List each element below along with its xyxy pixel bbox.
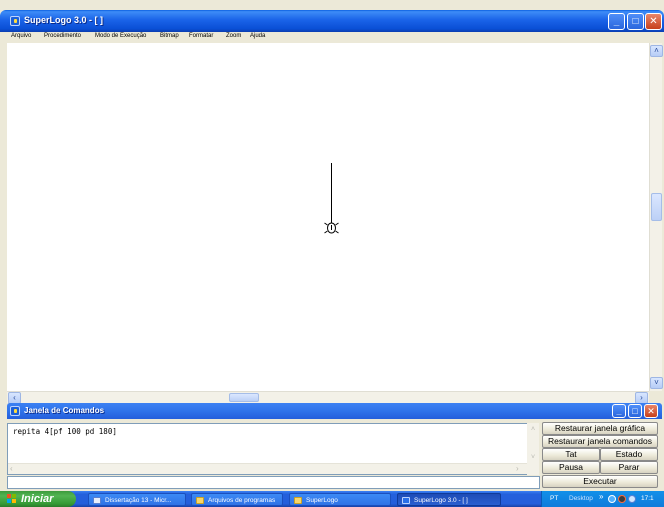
taskbar: Iniciar Dissertação 13 - Micr... Arquivo… [0, 491, 664, 507]
command-maximize-button[interactable]: □ [628, 404, 642, 418]
close-button[interactable]: ✕ [645, 13, 662, 30]
scroll-left-icon[interactable]: ‹ [10, 464, 13, 473]
language-indicator[interactable]: PT [550, 491, 558, 507]
menu-zoom[interactable]: Zoom [226, 33, 241, 39]
canvas-drawing [324, 163, 339, 234]
command-close-button[interactable]: ✕ [644, 404, 658, 418]
scrollbar-corner [649, 391, 662, 403]
pausa-button[interactable]: Pausa [542, 461, 600, 474]
command-input[interactable] [7, 476, 540, 489]
canvas-horizontal-thumb[interactable] [229, 393, 259, 402]
scroll-right-icon[interactable]: › [516, 464, 519, 473]
canvas-vertical-thumb[interactable] [651, 193, 662, 221]
menu-procedimento[interactable]: Procedimento [44, 33, 81, 39]
command-window-title: Janela de Comandos [24, 406, 105, 415]
volume-icon[interactable] [628, 495, 636, 503]
command-window-titlebar[interactable]: Janela de Comandos _ □ ✕ [7, 403, 662, 419]
menu-ajuda[interactable]: Ajuda [250, 33, 265, 39]
scroll-down-button[interactable]: ˅ [650, 377, 663, 389]
menu-bitmap[interactable]: Bitmap [160, 33, 179, 39]
task-superlogo-window[interactable]: SuperLogo 3.0 - [ ] [397, 493, 501, 506]
task-arquivos-de-programas[interactable]: Arquivos de programas [191, 493, 283, 506]
task-dissertacao[interactable]: Dissertação 13 - Micr... [88, 493, 186, 506]
folder-icon [294, 497, 302, 504]
command-history-text: repita 4[pf 100 pd 180] [13, 427, 117, 436]
scroll-down-icon[interactable]: ˅ [528, 454, 538, 463]
folder-icon [196, 497, 204, 504]
start-button[interactable]: Iniciar [0, 491, 76, 507]
task-label: Dissertação 13 - Micr... [105, 497, 172, 504]
task-superlogo-folder[interactable]: SuperLogo [289, 493, 391, 506]
menu-bar: Arquivo Procedimento Modo de Execução Bi… [7, 32, 662, 43]
window-title: SuperLogo 3.0 - [ ] [24, 15, 104, 25]
restore-graphic-window-button[interactable]: Restaurar janela gráfica [542, 422, 658, 435]
estado-button[interactable]: Estado [600, 448, 658, 461]
task-label: SuperLogo 3.0 - [ ] [414, 497, 468, 504]
main-titlebar[interactable]: SuperLogo 3.0 - [ ] _ □ ✕ [0, 10, 664, 32]
canvas-vertical-scrollbar[interactable]: ˄ ˅ [649, 43, 663, 391]
superlogo-app-icon [10, 16, 20, 26]
graphics-canvas[interactable] [7, 43, 662, 391]
restore-commands-window-button[interactable]: Restaurar janela comandos [542, 435, 658, 448]
superlogo-app-icon [402, 497, 410, 504]
command-window-icon [10, 406, 20, 416]
system-tray: PT Desktop » 17:1 [541, 491, 664, 507]
desktop-toolbar-label[interactable]: Desktop [569, 491, 593, 507]
antivirus-icon[interactable] [618, 495, 626, 503]
windows-logo-icon [7, 494, 17, 504]
maximize-button[interactable]: □ [627, 13, 644, 30]
menu-modo-de-execucao[interactable]: Modo de Execução [95, 33, 146, 39]
clock: 17:1 [641, 495, 654, 502]
canvas-horizontal-scrollbar[interactable]: ‹ › [7, 391, 649, 404]
network-icon[interactable] [608, 495, 616, 503]
start-label: Iniciar [21, 493, 54, 505]
command-minimize-button[interactable]: _ [612, 404, 626, 418]
minimize-button[interactable]: _ [608, 13, 625, 30]
task-label: Arquivos de programas [208, 497, 276, 504]
tat-button[interactable]: Tat [542, 448, 600, 461]
executar-button[interactable]: Executar [542, 475, 658, 488]
command-history-vertical-scrollbar[interactable]: ˄ ˅ [527, 423, 539, 475]
scroll-up-icon[interactable]: ˄ [528, 426, 538, 435]
task-label: SuperLogo [306, 497, 338, 504]
tray-chevron-icon[interactable]: » [599, 489, 603, 505]
turtle-icon [324, 220, 339, 234]
word-document-icon [93, 497, 101, 504]
scroll-up-button[interactable]: ˄ [650, 45, 663, 57]
menu-arquivo[interactable]: Arquivo [11, 33, 31, 39]
parar-button[interactable]: Parar [600, 461, 658, 474]
menu-formatar[interactable]: Formatar [189, 33, 213, 39]
command-history-horizontal-scrollbar[interactable]: ‹ › [8, 463, 527, 474]
